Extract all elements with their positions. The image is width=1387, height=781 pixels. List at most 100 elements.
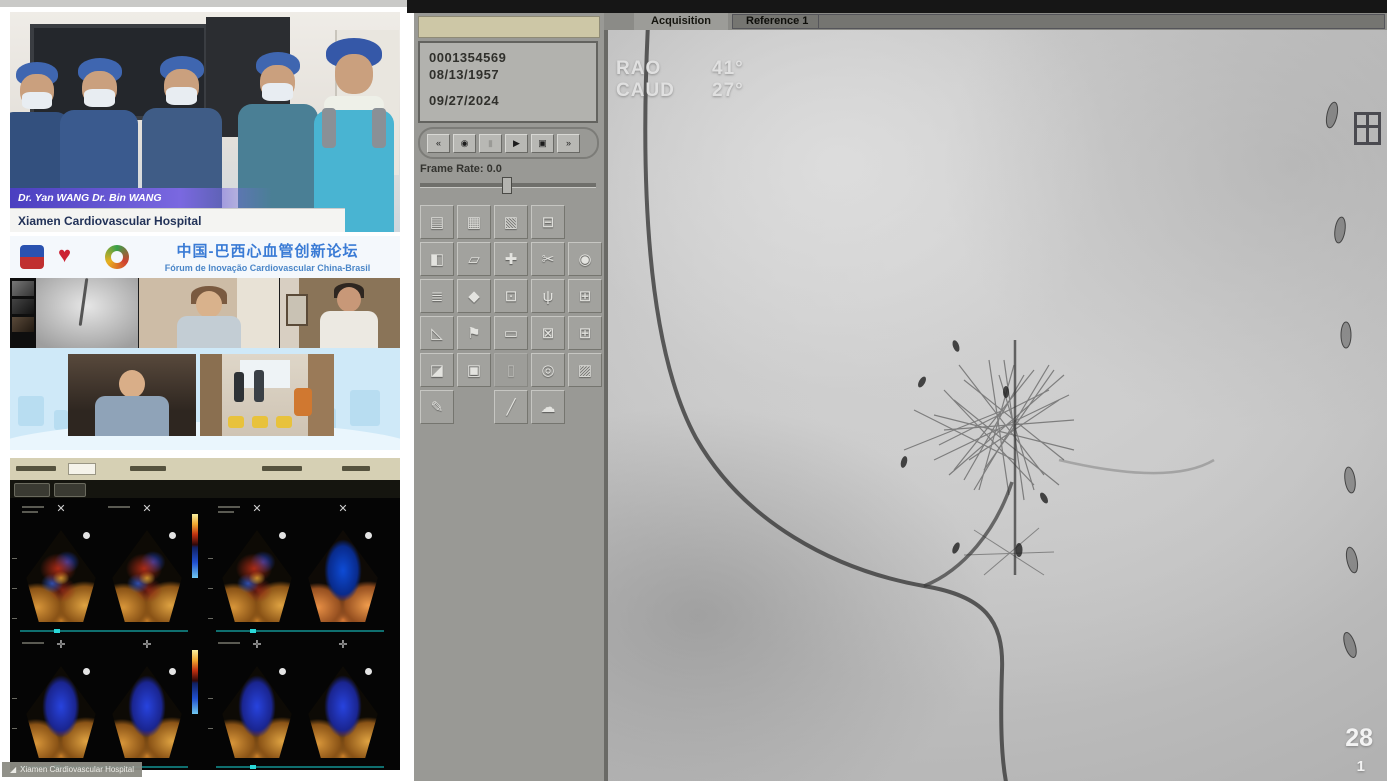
- video-tile-angiogram[interactable]: [36, 278, 138, 348]
- tool-tree-button[interactable]: ψ: [531, 279, 565, 313]
- frame-index: 1: [1357, 758, 1365, 775]
- imaging-control-panel: 0001354569 08/13/1957 09/27/2024 « ◉ ▮ ▶…: [414, 13, 604, 781]
- frame-rate-slider-thumb[interactable]: [502, 177, 512, 194]
- angle-value: 41°: [712, 58, 744, 80]
- video-tile-speaker[interactable]: [68, 354, 196, 436]
- top-strip: [0, 0, 407, 7]
- tool-export-button[interactable]: ▤: [420, 205, 454, 239]
- patient-id: 0001354569: [429, 49, 587, 66]
- record-button[interactable]: ◉: [453, 134, 476, 153]
- tool-grid-button[interactable]: ⊞: [568, 316, 602, 350]
- frame-counter: 28: [1345, 724, 1373, 753]
- participant-thumbnail[interactable]: [12, 299, 34, 314]
- stop-button[interactable]: ▣: [531, 134, 554, 153]
- forum-title-pt: Fórum de Inovação Cardiovascular China-B…: [140, 263, 395, 273]
- tool-measure-button[interactable]: ◺: [420, 316, 454, 350]
- tool-copy-frame-button[interactable]: ⊡: [494, 279, 528, 313]
- tool-folder-button[interactable]: ▦: [457, 205, 491, 239]
- livestream-screen: Dr. Yan WANG Dr. Bin WANG Xiamen Cardiov…: [0, 0, 1387, 781]
- hospital-name-bar: Xiamen Cardiovascular Hospital: [10, 208, 345, 232]
- video-tile-speaker[interactable]: [280, 278, 400, 348]
- playback-controls: « ◉ ▮ ▶ ▣ »: [418, 127, 599, 159]
- participant-thumbnail-strip[interactable]: [10, 278, 36, 348]
- tool-layout-button[interactable]: ⊞: [568, 279, 602, 313]
- or-video-feed: Dr. Yan WANG Dr. Bin WANG Xiamen Cardiov…: [10, 12, 400, 232]
- tool-link-button[interactable]: ╱: [494, 390, 528, 424]
- tool-film-button[interactable]: ▧: [494, 205, 528, 239]
- angiogram-image[interactable]: RAO 41° CAUD 27° 28 1: [604, 30, 1387, 781]
- tool-contrast-button[interactable]: ◉: [568, 242, 602, 276]
- tool-flag-button[interactable]: ⚑: [457, 316, 491, 350]
- video-tile-hospital-room[interactable]: [200, 354, 334, 436]
- fluoroscopy-viewport: Acquisition Reference 1: [604, 13, 1387, 781]
- echo-workstation: ✕ ✕ ✛ ✛: [10, 458, 400, 770]
- toolbar-row: ◺ ⚑ ▭ ⊠ ⊞: [420, 316, 602, 350]
- tool-disabled-button[interactable]: ▯: [494, 353, 528, 387]
- play-button[interactable]: ▶: [505, 134, 528, 153]
- echo-crosshair-icon: ✕: [302, 502, 384, 515]
- echo-crosshair-icon: ✕: [20, 502, 102, 515]
- or-person: [138, 56, 224, 192]
- tab-acquisition[interactable]: Acquisition: [634, 13, 728, 30]
- doppler-colorbar: [192, 514, 198, 578]
- echo-plus-marker-icon: ✛: [20, 638, 102, 651]
- conference-panel: ♥ 中国-巴西心血管创新论坛 Fórum de Inovação Cardiov…: [10, 236, 400, 450]
- tool-card-button[interactable]: ▣: [457, 353, 491, 387]
- frame-rate-label: Frame Rate: 0.0: [420, 163, 502, 175]
- projection-angle-overlay: RAO 41° CAUD 27°: [616, 58, 744, 102]
- echo-tab[interactable]: [54, 483, 86, 497]
- tool-camera-button[interactable]: ◎: [531, 353, 565, 387]
- echo-quad-left: ✕ ✕ ✛ ✛: [10, 498, 200, 770]
- toolbar-row: ▤ ▦ ▧ ⊟: [420, 205, 565, 239]
- video-tile-speaker[interactable]: [139, 278, 279, 348]
- echo-view-color-flow: ✕: [216, 502, 298, 630]
- echo-header-bar: [10, 458, 400, 480]
- echo-view-3d: ✛: [216, 638, 298, 766]
- participant-thumbnail[interactable]: [12, 317, 34, 332]
- tool-print-button[interactable]: ⊟: [531, 205, 565, 239]
- toolbar-row: ✎ ╱ ☁: [420, 390, 565, 424]
- echo-crosshair-icon: ✕: [216, 502, 298, 515]
- tool-shape-button[interactable]: ▱: [457, 242, 491, 276]
- skip-start-button[interactable]: «: [427, 134, 450, 153]
- echo-view-3d: ✛: [20, 638, 102, 766]
- angle-label: RAO: [616, 58, 712, 80]
- tool-stamp-button[interactable]: ◪: [420, 353, 454, 387]
- tool-delete-button[interactable]: ⊠: [531, 316, 565, 350]
- participant-thumbnail[interactable]: [12, 281, 34, 296]
- tool-cloud-button[interactable]: ☁: [531, 390, 565, 424]
- tool-cut-button[interactable]: ✂: [531, 242, 565, 276]
- tool-marker-button[interactable]: ◆: [457, 279, 491, 313]
- echo-view-color-flow: ✕: [302, 502, 384, 630]
- toolbar-row: ◪ ▣ ▯ ◎ ▨: [420, 353, 602, 387]
- echo-view-3d: ✛: [106, 638, 188, 766]
- skip-end-button[interactable]: »: [557, 134, 580, 153]
- echo-plus-marker-icon: ✛: [302, 638, 384, 651]
- layout-grid-icon[interactable]: [1354, 112, 1381, 145]
- forum-logo-icon: [20, 245, 44, 269]
- or-person: [238, 52, 318, 192]
- tool-pan-button[interactable]: ✚: [494, 242, 528, 276]
- echo-view-color-flow: ✕: [20, 502, 102, 630]
- tab-reference-1[interactable]: Reference 1: [736, 15, 819, 28]
- watermark-text: Xiamen Cardiovascular Hospital: [20, 762, 134, 777]
- doppler-colorbar: [192, 650, 198, 714]
- tool-list-button[interactable]: ≣: [420, 279, 454, 313]
- echo-tab[interactable]: [14, 483, 50, 497]
- tool-annotate-button[interactable]: ◧: [420, 242, 454, 276]
- tool-sign-button[interactable]: ✎: [420, 390, 454, 424]
- forum-ring-logo-icon: [105, 245, 129, 269]
- patient-birth-date: 08/13/1957: [429, 66, 587, 83]
- tool-report-button[interactable]: ▨: [568, 353, 602, 387]
- echo-view-3d: ✛: [302, 638, 384, 766]
- pause-button[interactable]: ▮: [479, 134, 502, 153]
- tool-archive-button[interactable]: ▭: [494, 316, 528, 350]
- echo-plus-marker-icon: ✛: [216, 638, 298, 651]
- echo-view-color-flow: ✕: [106, 502, 188, 630]
- echo-header-field: [68, 463, 96, 475]
- echo-tab-bar: [10, 480, 400, 498]
- angle-label: CAUD: [616, 80, 712, 102]
- forum-title-zh: 中国-巴西心血管创新论坛: [140, 240, 395, 261]
- panel-header-strip: [418, 16, 600, 38]
- heart-logo-icon: ♥: [58, 242, 71, 268]
